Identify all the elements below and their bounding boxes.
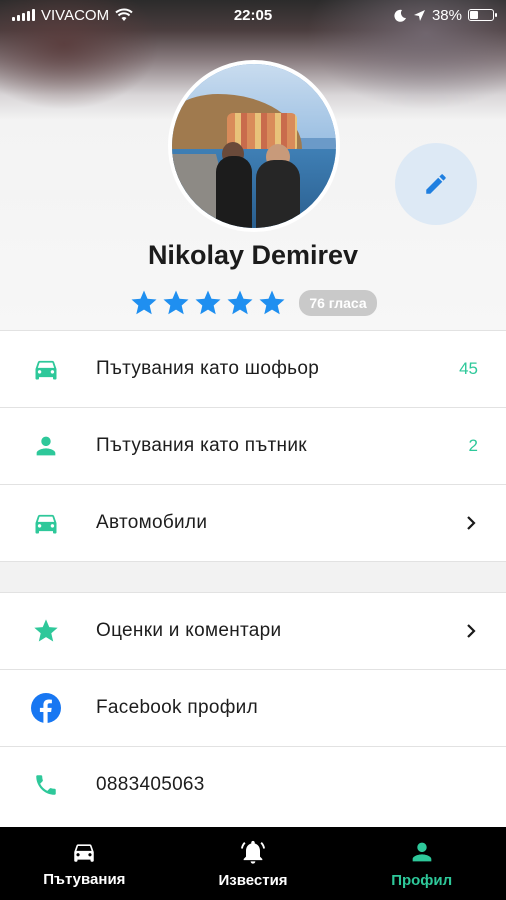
tab-profile[interactable]: Профил (337, 827, 506, 900)
chevron-right-icon (467, 624, 476, 638)
votes-badge: 76 гласа (299, 290, 377, 316)
star-rating (129, 288, 287, 318)
tab-notifications[interactable]: Известия (169, 827, 338, 900)
menu-item-phone[interactable]: 0883405063 (0, 746, 506, 823)
battery-percent: 38% (431, 6, 462, 24)
menu-item-label: Facebook профил (96, 697, 258, 718)
person-icon (28, 428, 64, 464)
menu-item-cars[interactable]: Автомобили (0, 484, 506, 561)
menu-item-reviews[interactable]: Оценки и коментари (0, 592, 506, 669)
menu-item-label: Пътувания като шофьор (96, 358, 320, 379)
tab-bar: Пътувания Известия Профил (0, 827, 506, 900)
menu-item-facebook[interactable]: Facebook профил (0, 669, 506, 746)
chevron-right-icon (467, 516, 476, 530)
phone-icon (28, 767, 64, 803)
menu-item-driver-trips[interactable]: Пътувания като шофьор 45 (0, 330, 506, 407)
wifi-icon (115, 8, 133, 21)
rating-row: 76 гласа (0, 288, 506, 318)
star-icon (131, 290, 157, 315)
tab-label: Пътувания (43, 871, 126, 888)
battery-icon (468, 9, 497, 21)
menu-item-label: Оценки и коментари (96, 620, 282, 641)
star-icon (259, 290, 285, 315)
person-icon (412, 842, 432, 862)
passenger-trips-count: 2 (468, 436, 478, 455)
tab-label: Профил (391, 872, 453, 889)
star-icon (28, 613, 64, 649)
signal-icon (12, 9, 35, 21)
tab-trips[interactable]: Пътувания (0, 827, 169, 900)
profile-name: Nikolay Demirev (147, 240, 359, 270)
profile-menu: Пътувания като шофьор 45 Пътувания като … (0, 330, 506, 823)
moon-icon (394, 9, 406, 22)
avatar[interactable] (168, 60, 340, 232)
edit-profile-button[interactable] (395, 143, 477, 225)
carrier-name: VIVACOM (41, 6, 110, 24)
car-icon (28, 505, 64, 541)
star-icon (163, 290, 189, 315)
location-arrow-icon (413, 9, 425, 21)
star-icon (227, 290, 253, 315)
status-bar: VIVACOM 22:05 38% (0, 0, 506, 30)
tab-label: Известия (218, 872, 288, 889)
star-icon (195, 290, 221, 315)
menu-item-label: 0883405063 (96, 774, 205, 795)
menu-item-label: Пътувания като пътник (96, 435, 307, 456)
car-icon (74, 844, 95, 862)
menu-item-label: Автомобили (96, 512, 208, 533)
car-icon (28, 351, 64, 387)
menu-item-passenger-trips[interactable]: Пътувания като пътник 2 (0, 407, 506, 484)
section-divider (0, 561, 506, 592)
bell-icon (240, 840, 266, 864)
facebook-icon (28, 690, 64, 726)
driver-trips-count: 45 (459, 359, 478, 378)
pencil-icon (426, 174, 446, 194)
